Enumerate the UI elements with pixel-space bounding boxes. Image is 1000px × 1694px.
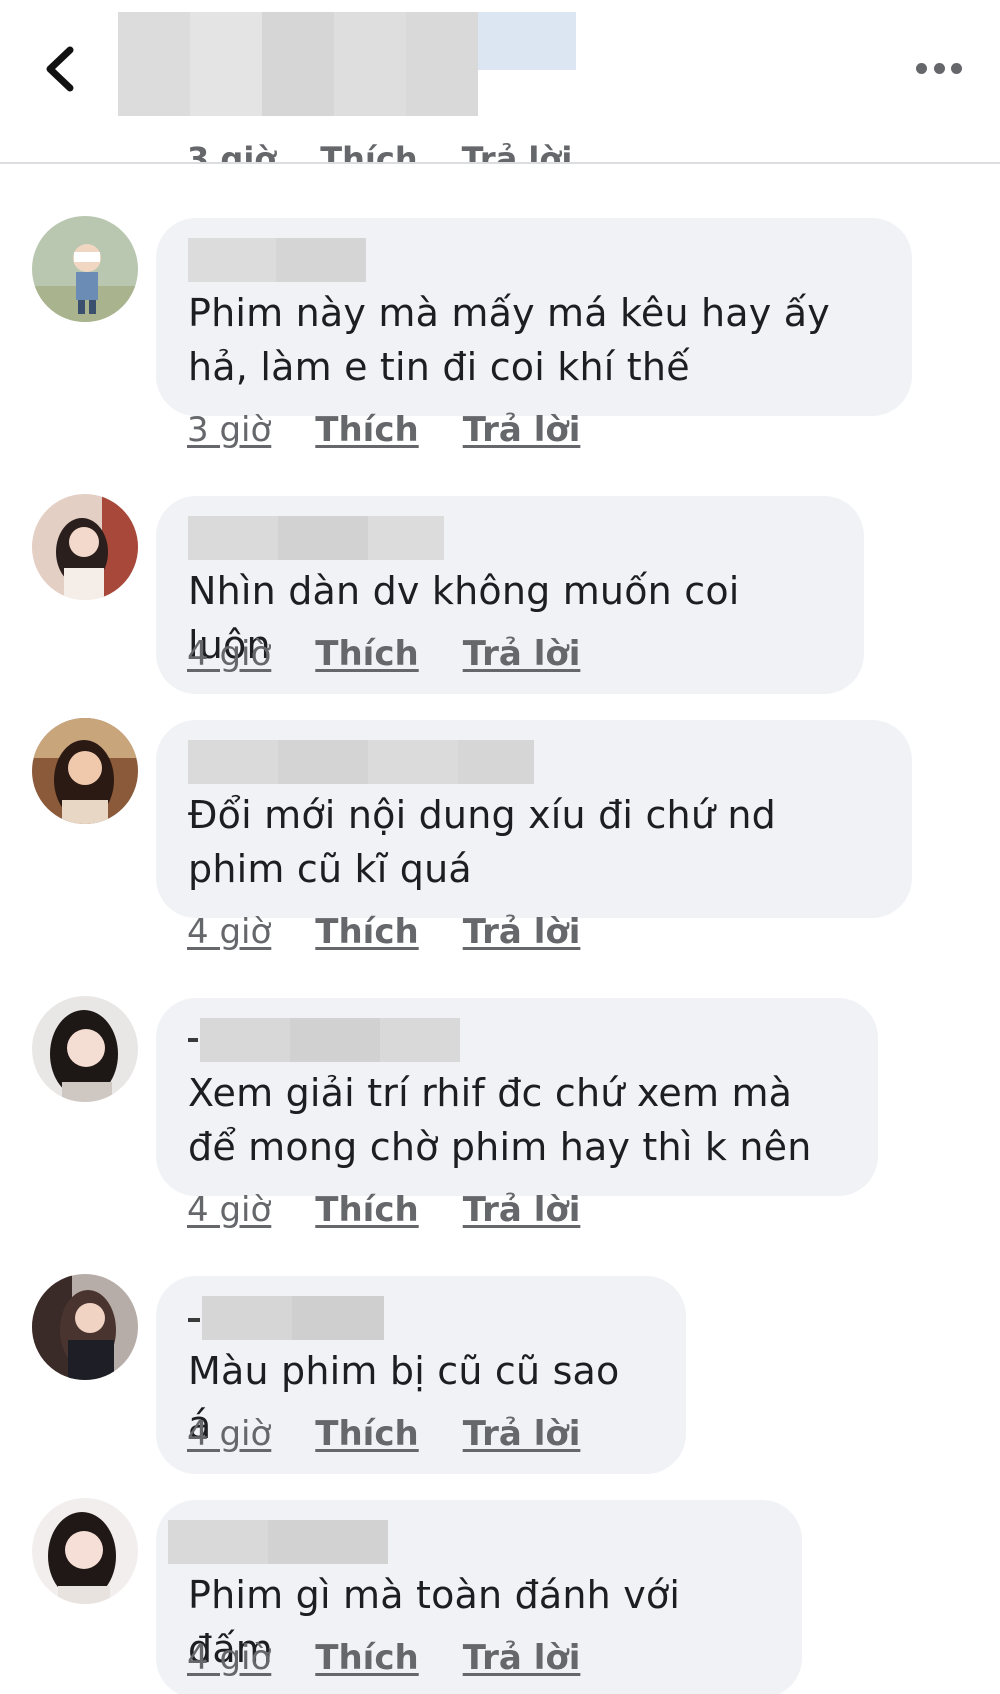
comment-actions: 4 giờ Thích Trả lời — [187, 912, 580, 952]
previous-like[interactable]: Thích — [320, 140, 417, 162]
reply-button[interactable]: Trả lời — [463, 1414, 581, 1454]
comment-text: Đổi mới nội dung xíu đi chứ nd phim cũ k… — [188, 793, 777, 891]
previous-reply[interactable]: Trả lời — [462, 140, 573, 162]
reply-button[interactable]: Trả lời — [463, 634, 581, 674]
author-name-redacted — [188, 1296, 654, 1340]
comment-text: Phim này mà mấy má kêu hay ấy hả, làm e … — [188, 291, 830, 389]
author-name-redacted — [188, 238, 880, 282]
comment-actions: 4 giờ Thích Trả lời — [187, 634, 580, 674]
author-name-redacted — [188, 1018, 846, 1062]
avatar[interactable] — [32, 494, 138, 600]
comment-time[interactable]: 4 giờ — [187, 634, 271, 674]
more-horizontal-icon — [916, 62, 927, 74]
comment-actions: 3 giờ Thích Trả lời — [187, 410, 580, 450]
like-button[interactable]: Thích — [315, 410, 418, 450]
comment-bubble: Đổi mới nội dung xíu đi chứ nd phim cũ k… — [156, 720, 912, 918]
comment-time[interactable]: 4 giờ — [187, 1638, 271, 1678]
reply-button[interactable]: Trả lời — [463, 1638, 581, 1678]
like-button[interactable]: Thích — [315, 1638, 418, 1678]
comment-actions: 4 giờ Thích Trả lời — [187, 1638, 580, 1678]
comment-time[interactable]: 4 giờ — [187, 1414, 271, 1454]
author-name-redacted — [168, 1520, 770, 1564]
avatar[interactable] — [32, 996, 138, 1102]
more-options-button[interactable] — [916, 60, 962, 76]
avatar[interactable] — [32, 1274, 138, 1380]
author-name-redacted — [188, 516, 832, 560]
previous-comment-actions: 3 giờ Thích Trả lời — [187, 140, 573, 164]
top-bar: 3 giờ Thích Trả lời — [0, 0, 1000, 164]
comment-actions: 4 giờ Thích Trả lời — [187, 1190, 580, 1230]
page-title-redacted — [118, 12, 576, 116]
comment-bubble: Xem giải trí rhif đc chứ xem mà để mong … — [156, 998, 878, 1196]
comment-actions: 4 giờ Thích Trả lời — [187, 1414, 580, 1454]
avatar[interactable] — [32, 216, 138, 322]
like-button[interactable]: Thích — [315, 1414, 418, 1454]
like-button[interactable]: Thích — [315, 912, 418, 952]
comment-time[interactable]: 4 giờ — [187, 912, 271, 952]
previous-time: 3 giờ — [187, 140, 277, 164]
comment-text: Xem giải trí rhif đc chứ xem mà để mong … — [188, 1071, 812, 1169]
author-name-redacted — [188, 740, 880, 784]
back-button[interactable] — [40, 44, 80, 94]
chevron-left-icon — [46, 46, 74, 92]
avatar[interactable] — [32, 718, 138, 824]
reply-button[interactable]: Trả lời — [463, 912, 581, 952]
avatar[interactable] — [32, 1498, 138, 1604]
comment-time[interactable]: 3 giờ — [187, 410, 271, 450]
reply-button[interactable]: Trả lời — [463, 410, 581, 450]
reply-button[interactable]: Trả lời — [463, 1190, 581, 1230]
like-button[interactable]: Thích — [315, 1190, 418, 1230]
like-button[interactable]: Thích — [315, 634, 418, 674]
comment-time[interactable]: 4 giờ — [187, 1190, 271, 1230]
comment-bubble: Phim này mà mấy má kêu hay ấy hả, làm e … — [156, 218, 912, 416]
